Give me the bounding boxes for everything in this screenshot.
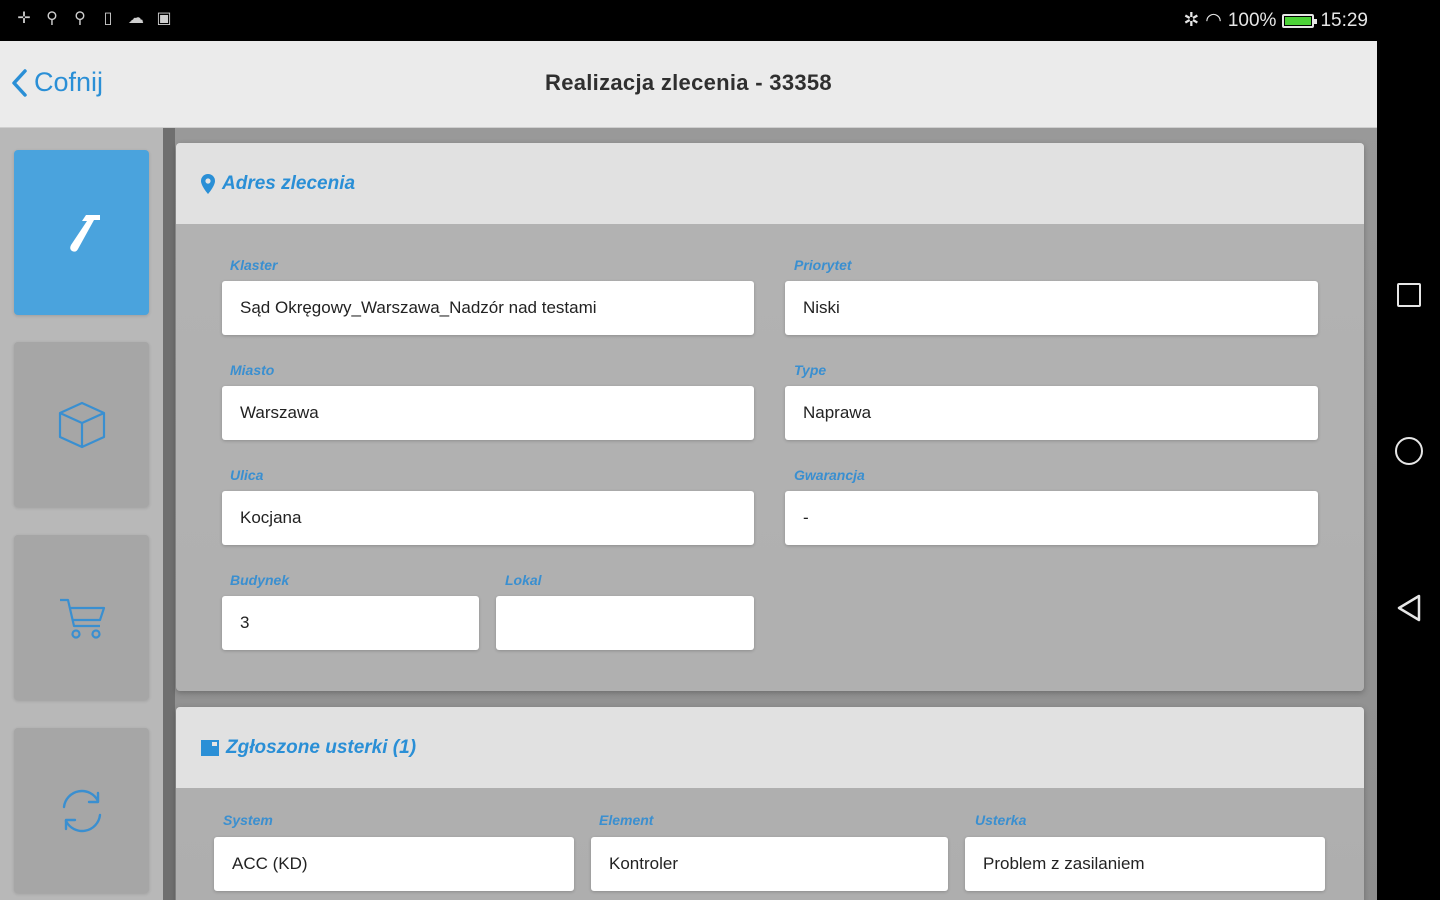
- lokal-field[interactable]: [496, 596, 754, 650]
- usterka-label: Usterka: [975, 812, 1027, 828]
- app-window: Cofnij Realizacja zlecenia - 33358 Adres…: [0, 41, 1377, 900]
- gwarancja-field[interactable]: -: [785, 491, 1318, 545]
- system-label: System: [223, 812, 273, 828]
- miasto-field[interactable]: Warszawa: [222, 386, 754, 440]
- ulica-field[interactable]: Kocjana: [222, 491, 754, 545]
- priorytet-field[interactable]: Niski: [785, 281, 1318, 335]
- note-icon: [201, 739, 219, 756]
- address-card: Adres zlecenia Klaster Sąd Okręgowy_Wars…: [176, 143, 1364, 691]
- klaster-field[interactable]: Sąd Okręgowy_Warszawa_Nadzór nad testami: [222, 281, 754, 335]
- battery-icon: [1282, 13, 1318, 28]
- sidebar-item-realization[interactable]: [14, 150, 149, 315]
- home-button[interactable]: [1395, 437, 1423, 465]
- battery-percent: 100%: [1227, 9, 1277, 31]
- system-field[interactable]: ACC (KD): [214, 837, 574, 891]
- faults-card: Zgłoszone usterki (1) System ACC (KD) El…: [176, 707, 1364, 900]
- usb-icon: ⚲: [46, 10, 58, 27]
- sidebar: [0, 128, 163, 900]
- sidebar-item-parts[interactable]: [14, 342, 149, 507]
- sim-icon: ▯: [103, 10, 113, 27]
- address-card-title: Adres zlecenia: [222, 172, 356, 194]
- bluetooth-icon: ✲: [1183, 10, 1200, 31]
- usb-icon: ⚲: [74, 10, 86, 27]
- sidebar-divider: [163, 128, 175, 900]
- cart-icon: [59, 598, 105, 639]
- notification-icons: ✛ ⚲ ⚲ ▯ ☁ ▣: [16, 10, 172, 28]
- lokal-label: Lokal: [505, 572, 542, 588]
- box-icon: [58, 401, 105, 448]
- top-bar: Cofnij Realizacja zlecenia - 33358: [0, 41, 1377, 128]
- sync-icon: [62, 789, 101, 832]
- back-triangle-button[interactable]: [1395, 593, 1423, 623]
- type-field[interactable]: Naprawa: [785, 386, 1318, 440]
- budynek-label: Budynek: [230, 572, 290, 588]
- system-nav-bar: [1377, 41, 1440, 900]
- budynek-field[interactable]: 3: [222, 596, 479, 650]
- faults-card-header: Zgłoszone usterki (1): [176, 707, 1364, 788]
- miasto-label: Miasto: [230, 362, 275, 378]
- clock: 15:29: [1320, 9, 1368, 31]
- sidebar-item-cart[interactable]: [14, 535, 149, 700]
- klaster-label: Klaster: [230, 257, 278, 273]
- hammer-icon: [69, 214, 100, 252]
- priorytet-label: Priorytet: [794, 257, 852, 273]
- recent-apps-button[interactable]: [1397, 283, 1421, 307]
- image-icon: ▣: [156, 10, 172, 27]
- address-card-header: Adres zlecenia: [176, 143, 1364, 224]
- type-label: Type: [794, 362, 827, 378]
- page-title: Realizacja zlecenia - 33358: [545, 70, 832, 95]
- element-label: Element: [599, 812, 654, 828]
- element-field[interactable]: Kontroler: [591, 837, 948, 891]
- wifi-icon: ◠: [1205, 10, 1222, 31]
- location-pin-icon: [201, 173, 215, 194]
- sidebar-item-sync[interactable]: [14, 728, 149, 893]
- usterka-field[interactable]: Problem z zasilaniem: [965, 837, 1325, 891]
- cloud-icon: ☁: [128, 10, 144, 27]
- ulica-label: Ulica: [230, 467, 264, 483]
- plus-icon: ✛: [17, 10, 31, 27]
- gwarancja-label: Gwarancja: [794, 467, 865, 483]
- status-bar: ✛ ⚲ ⚲ ▯ ☁ ▣ ✲ ◠ 100% 15:29: [0, 0, 1440, 41]
- faults-card-title: Zgłoszone usterki (1): [226, 736, 417, 758]
